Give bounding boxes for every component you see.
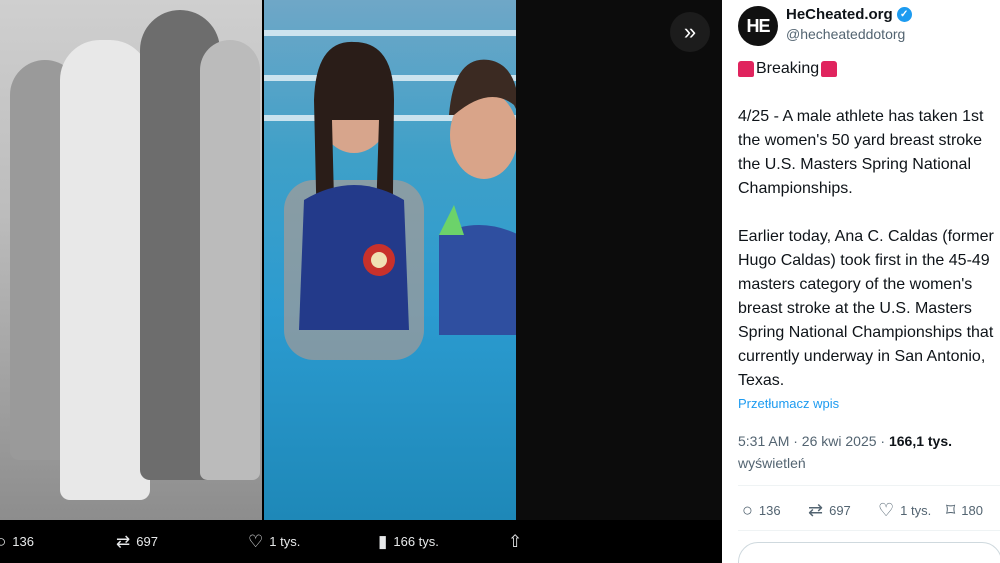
user-handle[interactable]: @hecheateddotorg — [786, 26, 905, 42]
views-count: 166 tys. — [393, 534, 439, 549]
heart-icon: ♡ — [878, 500, 895, 520]
breaking-header: Breaking — [738, 60, 838, 78]
repost-count: 697 — [829, 503, 851, 518]
photo-swimmer — [284, 41, 424, 360]
siren-icon — [821, 61, 838, 77]
share-button[interactable]: ⇧ — [508, 533, 522, 550]
views-button[interactable]: ▮ 166 tys. — [378, 533, 439, 550]
verified-icon: ✓ — [896, 7, 912, 22]
repost-button[interactable]: ⇄ 697 — [808, 500, 851, 521]
siren-icon — [738, 61, 754, 77]
views-icon: ▮ — [378, 532, 388, 551]
views-total: 166,1 tys. — [888, 433, 953, 449]
tweet-panel: HE HeCheated.org ✓ @hecheateddotorg Brea… — [722, 0, 1000, 563]
tweet-body: 4/25 - A male athlete has taken 1st the … — [738, 108, 994, 389]
divider — [738, 485, 1000, 486]
photo-left-team[interactable] — [0, 0, 262, 520]
like-count: 1 tys. — [900, 503, 932, 518]
tweet-meta: 5:31 AM · 26 kwi 2025 · 166,1 tys. wyświ… — [738, 430, 998, 474]
views-label: wyświetleń — [738, 455, 806, 471]
repost-count: 697 — [136, 534, 158, 549]
reply-button[interactable]: ○ 136 — [742, 500, 781, 521]
avatar[interactable]: HE — [738, 6, 778, 46]
breaking-label: Breaking — [756, 60, 820, 77]
background-page-dimmed — [516, 0, 722, 520]
like-count: 1 tys. — [269, 534, 301, 549]
share-icon: ⇧ — [508, 532, 523, 551]
reply-icon: ○ — [742, 500, 753, 520]
divider — [738, 530, 1000, 531]
repost-icon: ⇄ — [808, 500, 824, 520]
heart-icon: ♡ — [248, 532, 264, 551]
reply-count: 136 — [758, 503, 781, 518]
display-name[interactable]: HeCheated.org ✓ — [786, 6, 912, 23]
expand-icon[interactable]: » — [670, 12, 710, 52]
repost-button[interactable]: ⇄ 697 — [116, 533, 158, 550]
media-action-bar: ○ 136 ⇄ 697 ♡ 1 tys. ▮ 166 tys. ⇧ — [0, 520, 722, 563]
photo-person — [200, 40, 260, 480]
bookmark-count: 180 — [961, 503, 983, 518]
reply-count: 136 — [12, 534, 34, 549]
photo-right-pool[interactable] — [264, 0, 516, 520]
display-name-text: HeCheated.org — [786, 6, 893, 23]
translate-link[interactable]: Przetłumacz wpis — [738, 396, 839, 411]
reply-icon: ○ — [0, 532, 7, 551]
bookmark-icon: ⌑ — [946, 500, 956, 520]
reply-button[interactable]: ○ 136 — [0, 533, 34, 550]
reply-input-box[interactable] — [738, 542, 1000, 563]
tweet-timestamp[interactable]: 5:31 AM · 26 kwi 2025 · — [738, 433, 889, 449]
bookmark-button[interactable]: ⌑ 180 — [946, 500, 983, 521]
like-button[interactable]: ♡ 1 tys. — [878, 500, 931, 521]
like-button[interactable]: ♡ 1 tys. — [248, 533, 300, 550]
photo-swimmer — [439, 59, 516, 335]
photo-person — [60, 40, 150, 500]
repost-icon: ⇄ — [116, 532, 131, 551]
